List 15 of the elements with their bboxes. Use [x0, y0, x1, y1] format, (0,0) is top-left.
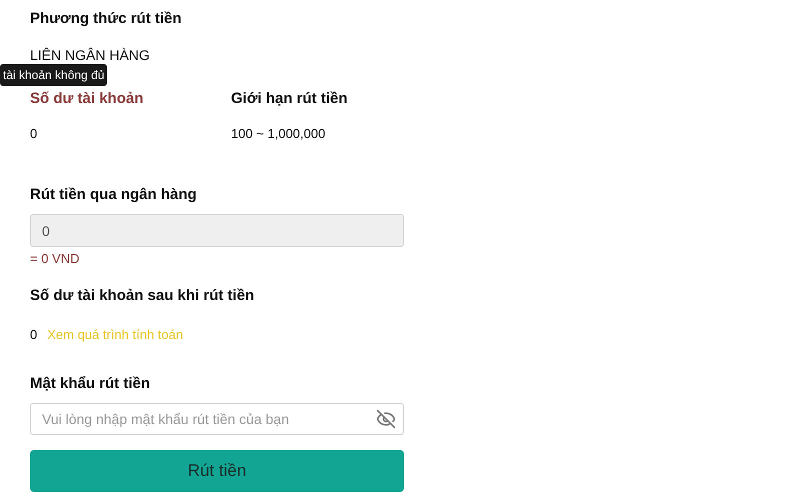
password-label: Mật khẩu rút tiền	[30, 374, 152, 394]
stat-label: Giới hạn rút tiền	[231, 88, 348, 108]
conversion-text: = 0 VND	[30, 250, 80, 268]
withdraw-button[interactable]: Rút tiền	[30, 450, 404, 492]
method-value: LIÊN NGÂN HÀNG	[30, 46, 151, 64]
stat-value: 0	[30, 125, 38, 143]
stat-label: Số dư tài khoản	[30, 88, 144, 108]
balance-after-label: Số dư tài khoản sau khi rút tiền	[30, 286, 256, 306]
balance-after-value: 0	[30, 326, 38, 344]
password-field[interactable]: Vui lòng nhập mật khẩu rút tiền của bạn	[30, 403, 404, 435]
bank-withdraw-label: Rút tiền qua ngân hàng	[30, 184, 198, 204]
stat-value: 100 ~ 1,000,000	[231, 125, 326, 143]
method-label: Phương thức rút tiền	[30, 9, 183, 29]
tooltip: tài khoản không đủ	[0, 64, 108, 86]
eye-toggle-icon[interactable]	[376, 409, 396, 429]
